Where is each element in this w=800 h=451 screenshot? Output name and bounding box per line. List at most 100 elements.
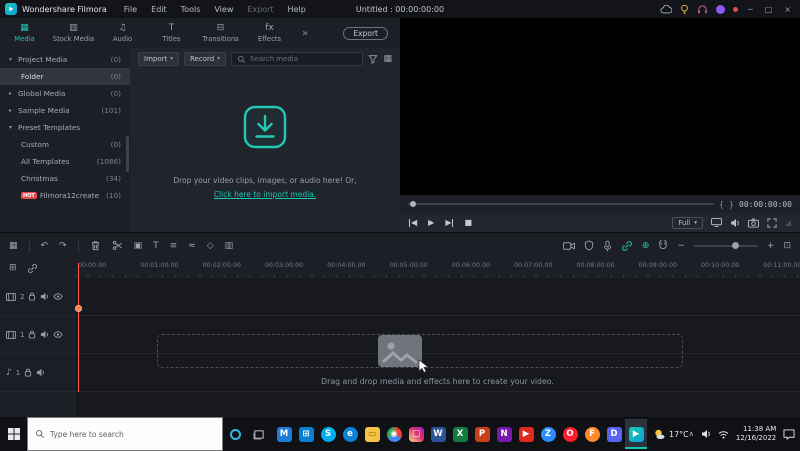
- screen-record-icon[interactable]: [563, 241, 575, 251]
- sidebar-item-preset-templates[interactable]: ▾ Preset Templates: [0, 119, 130, 136]
- marker-icon[interactable]: [584, 240, 594, 251]
- taskbar-app-excel[interactable]: X: [449, 419, 471, 449]
- taskbar-search-input[interactable]: [50, 430, 215, 439]
- sidebar-item-sample-media[interactable]: ▸ Sample Media (101): [0, 102, 130, 119]
- maximize-button[interactable]: □: [763, 5, 775, 14]
- taskbar-app-opera[interactable]: O: [559, 419, 581, 449]
- playhead-marker[interactable]: [78, 263, 79, 278]
- zoom-out-icon[interactable]: −: [677, 241, 685, 251]
- resize-grip[interactable]: [785, 220, 791, 226]
- ruler-ticks[interactable]: 00:00:00 00:01:00.00 00:02:00.00 00:03:0…: [75, 258, 800, 278]
- mark-in-icon[interactable]: {: [719, 200, 724, 209]
- menu-edit[interactable]: Edit: [144, 5, 174, 14]
- undo-icon[interactable]: ↶: [41, 241, 49, 251]
- taskbar-app-youtube[interactable]: ▶: [515, 419, 537, 449]
- seek-knob[interactable]: [410, 201, 416, 207]
- search-input[interactable]: [250, 55, 358, 63]
- sidebar-item-filmora12create[interactable]: HOT Filmora12create (10): [0, 187, 130, 204]
- weather-widget[interactable]: 17°C: [653, 428, 689, 440]
- taskbar-app-word[interactable]: W: [427, 419, 449, 449]
- import-button[interactable]: Import ▾: [138, 52, 179, 66]
- auto-ripple-icon[interactable]: ⊕: [642, 241, 650, 251]
- tray-chevron-icon[interactable]: ∧: [689, 430, 694, 438]
- track-lane[interactable]: [75, 278, 800, 316]
- taskbar-app-instagram[interactable]: □: [405, 419, 427, 449]
- tab-titles[interactable]: T Titles: [147, 23, 196, 43]
- zoom-in-icon[interactable]: +: [767, 241, 775, 251]
- taskbar-app-filmora[interactable]: ▶: [625, 419, 647, 449]
- export-button[interactable]: Export: [343, 27, 388, 40]
- redo-icon[interactable]: ↷: [59, 241, 67, 251]
- stop-button[interactable]: ■: [464, 219, 472, 227]
- sidebar-scrollbar[interactable]: [126, 136, 129, 172]
- fullscreen-icon[interactable]: [767, 218, 777, 228]
- grid-view-icon[interactable]: ▦: [383, 54, 392, 64]
- caret-down-icon[interactable]: ▾: [9, 56, 18, 63]
- import-media-icon[interactable]: [242, 104, 288, 150]
- lock-icon[interactable]: [28, 292, 36, 301]
- zoom-slider[interactable]: [694, 245, 758, 247]
- taskbar-app-zoom[interactable]: Z: [537, 419, 559, 449]
- text-tool-icon[interactable]: T: [153, 241, 159, 251]
- adjust-icon[interactable]: ≡: [170, 241, 178, 251]
- playhead-knob[interactable]: [75, 305, 82, 312]
- delete-icon[interactable]: [90, 240, 101, 251]
- sidebar-item-christmas[interactable]: Christmas (34): [0, 170, 130, 187]
- display-device-icon[interactable]: [711, 218, 722, 227]
- taskbar-app-onenote[interactable]: N: [493, 419, 515, 449]
- import-media-link[interactable]: Click here to import media.: [214, 190, 316, 199]
- caret-down-icon[interactable]: ▾: [9, 124, 18, 131]
- previous-frame-button[interactable]: ◀: [409, 219, 417, 227]
- taskbar-app-store[interactable]: ⊞: [295, 419, 317, 449]
- tray-wifi-icon[interactable]: [718, 430, 729, 439]
- volume-icon[interactable]: [730, 218, 740, 228]
- crop-icon[interactable]: ▣: [134, 241, 143, 251]
- more-tabs-icon[interactable]: »: [302, 28, 308, 39]
- taskbar-search-box[interactable]: [27, 417, 223, 451]
- mute-icon[interactable]: [40, 330, 49, 339]
- tab-media[interactable]: ▦ Media: [0, 23, 49, 43]
- sidebar-item-custom[interactable]: Custom (0): [0, 136, 130, 153]
- record-button[interactable]: Record ▾: [184, 52, 226, 66]
- menu-tools[interactable]: Tools: [174, 5, 208, 14]
- link-clips-icon[interactable]: [621, 240, 633, 252]
- tab-transitions[interactable]: ⊟ Transitions: [196, 23, 245, 43]
- next-frame-button[interactable]: ▶: [445, 219, 453, 227]
- timeline-body[interactable]: 2 1: [0, 278, 800, 417]
- eye-icon[interactable]: [53, 293, 63, 300]
- split-scissors-icon[interactable]: [112, 240, 123, 251]
- taskbar-app-firefox[interactable]: F: [581, 419, 603, 449]
- cortana-icon[interactable]: [223, 417, 247, 451]
- task-view-icon[interactable]: [247, 417, 271, 451]
- mixer-icon[interactable]: ▥: [225, 241, 234, 251]
- caret-right-icon[interactable]: ▸: [9, 107, 18, 114]
- keyframe-icon[interactable]: ◇: [207, 241, 214, 251]
- start-button[interactable]: [0, 417, 27, 451]
- taskbar-app-explorer[interactable]: ▭: [361, 419, 383, 449]
- account-avatar[interactable]: [716, 5, 725, 14]
- eye-icon[interactable]: [53, 331, 63, 338]
- tab-effects[interactable]: fx Effects: [245, 23, 294, 43]
- sidebar-item-project-media[interactable]: ▾ Project Media (0): [0, 51, 130, 68]
- taskbar-app-skype[interactable]: S: [317, 419, 339, 449]
- fit-timeline-icon[interactable]: ⊡: [783, 241, 791, 251]
- seek-slider[interactable]: [408, 203, 714, 205]
- zoom-slider-knob[interactable]: [732, 242, 739, 249]
- track-header-video-1[interactable]: 1: [0, 316, 75, 354]
- audio-wave-icon[interactable]: ≈: [188, 241, 196, 251]
- sidebar-item-all-templates[interactable]: All Templates (1086): [0, 153, 130, 170]
- clock-widget[interactable]: 11:38 AM 12/16/2022: [736, 425, 776, 443]
- tray-volume-icon[interactable]: [701, 429, 711, 439]
- track-header-video-2[interactable]: 2: [0, 278, 75, 316]
- bulb-icon[interactable]: [680, 4, 689, 15]
- manage-tracks-icon[interactable]: ⊞: [9, 263, 17, 273]
- mute-icon[interactable]: [40, 292, 49, 301]
- mute-icon[interactable]: [36, 368, 45, 377]
- lock-icon[interactable]: [24, 368, 32, 377]
- taskbar-app-edge[interactable]: e: [339, 419, 361, 449]
- media-browser-icon[interactable]: ▦: [9, 241, 18, 251]
- playhead-line[interactable]: [78, 278, 79, 392]
- mark-out-icon[interactable]: }: [729, 200, 734, 209]
- media-search-box[interactable]: [231, 52, 364, 66]
- filter-icon[interactable]: [368, 54, 378, 64]
